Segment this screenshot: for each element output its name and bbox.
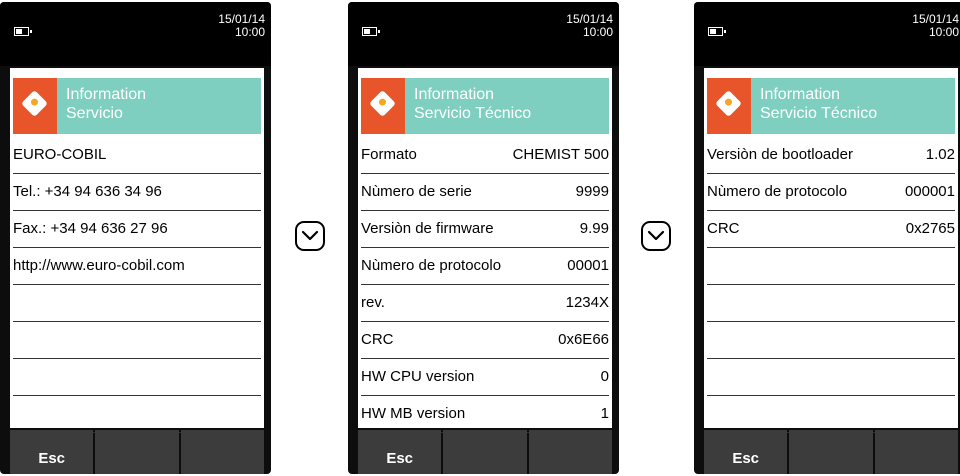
row-value: 00001 xyxy=(567,257,609,274)
row-label: Versiòn de firmware xyxy=(361,220,494,237)
header-title: Information Servicio Técnico xyxy=(760,85,877,123)
header-line-1: Information xyxy=(414,86,495,103)
row-label: http://www.euro-cobil.com xyxy=(13,257,185,274)
date-time: 15/01/14 10:00 xyxy=(566,13,613,39)
screen-content: Information Servicio Técnico Versiòn de … xyxy=(704,68,958,433)
softkey-2[interactable] xyxy=(789,430,873,474)
info-row: Nùmero de protocolo 000001 xyxy=(707,174,955,211)
info-tag-icon xyxy=(361,78,405,134)
chevron-down-icon xyxy=(301,230,319,241)
row-label: rev. xyxy=(361,294,385,311)
row-label: EURO-COBIL xyxy=(13,146,107,163)
info-row: rev. 1234X xyxy=(361,285,609,322)
info-row xyxy=(13,285,261,322)
status-bar: 15/01/14 10:00 xyxy=(694,2,960,66)
scroll-down-arrow-1[interactable] xyxy=(295,221,325,251)
row-label: CRC xyxy=(361,331,394,348)
row-value: 000001 xyxy=(904,183,955,200)
status-bar: 15/01/14 10:00 xyxy=(348,2,619,66)
info-row: HW MB version 1 xyxy=(361,396,609,433)
info-row xyxy=(13,322,261,359)
row-label: Formato xyxy=(361,146,417,163)
time: 10:00 xyxy=(928,25,959,39)
date-time: 15/01/14 10:00 xyxy=(218,13,265,39)
info-row: CRC 0x6E66 xyxy=(361,322,609,359)
header-line-2: Servicio Técnico xyxy=(760,105,878,122)
row-value: 0x2765 xyxy=(905,220,955,237)
time: 10:00 xyxy=(234,25,265,39)
softkey-bar: Esc xyxy=(704,430,958,474)
row-label: Versiòn de bootloader xyxy=(707,146,853,163)
info-row: Nùmero de serie 9999 xyxy=(361,174,609,211)
row-label: Nùmero de protocolo xyxy=(361,257,502,274)
row-label: Tel.: +34 94 636 34 96 xyxy=(13,183,162,200)
row-label: Fax.: +34 94 636 27 96 xyxy=(13,220,168,237)
row-value: CHEMIST 500 xyxy=(512,146,609,163)
header-line-1: Information xyxy=(66,86,147,103)
info-row xyxy=(13,396,261,433)
battery-icon xyxy=(362,27,380,36)
info-row: HW CPU version 0 xyxy=(361,359,609,396)
screen-content: Information Servicio EURO-COBIL Tel.: +3… xyxy=(10,68,264,433)
softkey-1[interactable]: Esc xyxy=(358,430,442,474)
battery-icon xyxy=(14,27,32,36)
menu-header: Information Servicio Técnico xyxy=(361,78,609,134)
info-tag-icon xyxy=(13,78,57,134)
info-row: Nùmero de protocolo 00001 xyxy=(361,248,609,285)
row-value: 9999 xyxy=(575,183,609,200)
row-value: 1 xyxy=(600,405,609,422)
device-screen-1: 15/01/14 10:00 Information Servicio EURO… xyxy=(0,2,271,474)
chevron-down-icon xyxy=(647,230,665,241)
softkey-bar: Esc xyxy=(358,430,612,474)
softkey-2[interactable] xyxy=(443,430,527,474)
status-bar: 15/01/14 10:00 xyxy=(0,2,271,66)
header-line-2: Servicio xyxy=(66,105,123,122)
header-title: Information Servicio Técnico xyxy=(414,85,531,123)
row-label: HW MB version xyxy=(361,405,466,422)
time: 10:00 xyxy=(582,25,613,39)
info-row: Formato CHEMIST 500 xyxy=(361,137,609,174)
softkey-1[interactable]: Esc xyxy=(704,430,788,474)
menu-header: Information Servicio xyxy=(13,78,261,134)
scroll-down-arrow-2[interactable] xyxy=(641,221,671,251)
info-row xyxy=(707,396,955,433)
info-row: Fax.: +34 94 636 27 96 xyxy=(13,211,261,248)
softkey-3[interactable] xyxy=(528,430,612,474)
info-row xyxy=(707,322,955,359)
softkey-2[interactable] xyxy=(95,430,179,474)
info-row xyxy=(707,248,955,285)
device-screen-3: 15/01/14 10:00 Information Servicio Técn… xyxy=(694,2,960,474)
info-row xyxy=(707,285,955,322)
info-row: Tel.: +34 94 636 34 96 xyxy=(13,174,261,211)
softkey-bar: Esc xyxy=(10,430,264,474)
row-label: Nùmero de serie xyxy=(361,183,472,200)
row-label: CRC xyxy=(707,220,740,237)
info-row: CRC 0x2765 xyxy=(707,211,955,248)
info-tag-icon xyxy=(707,78,751,134)
row-label: HW CPU version xyxy=(361,368,475,385)
info-row: Versiòn de bootloader 1.02 xyxy=(707,137,955,174)
info-row: http://www.euro-cobil.com xyxy=(13,248,261,285)
info-row xyxy=(13,359,261,396)
screen-content: Information Servicio Técnico Formato CHE… xyxy=(358,68,612,433)
softkey-1[interactable]: Esc xyxy=(10,430,94,474)
date-time: 15/01/14 10:00 xyxy=(912,13,959,39)
menu-header: Information Servicio Técnico xyxy=(707,78,955,134)
info-row: EURO-COBIL xyxy=(13,137,261,174)
device-screen-2: 15/01/14 10:00 Information Servicio Técn… xyxy=(348,2,619,474)
battery-icon xyxy=(708,27,726,36)
header-line-2: Servicio Técnico xyxy=(414,105,532,122)
info-row xyxy=(707,359,955,396)
softkey-3[interactable] xyxy=(180,430,264,474)
header-line-1: Information xyxy=(760,86,841,103)
softkey-3[interactable] xyxy=(874,430,958,474)
row-value: 1234X xyxy=(565,294,609,311)
row-label: Nùmero de protocolo xyxy=(707,183,848,200)
row-value: 0x6E66 xyxy=(558,331,609,348)
row-value: 0 xyxy=(600,368,609,385)
info-row: Versiòn de firmware 9.99 xyxy=(361,211,609,248)
row-value: 1.02 xyxy=(925,146,955,163)
header-title: Information Servicio xyxy=(66,85,146,123)
row-value: 9.99 xyxy=(579,220,609,237)
